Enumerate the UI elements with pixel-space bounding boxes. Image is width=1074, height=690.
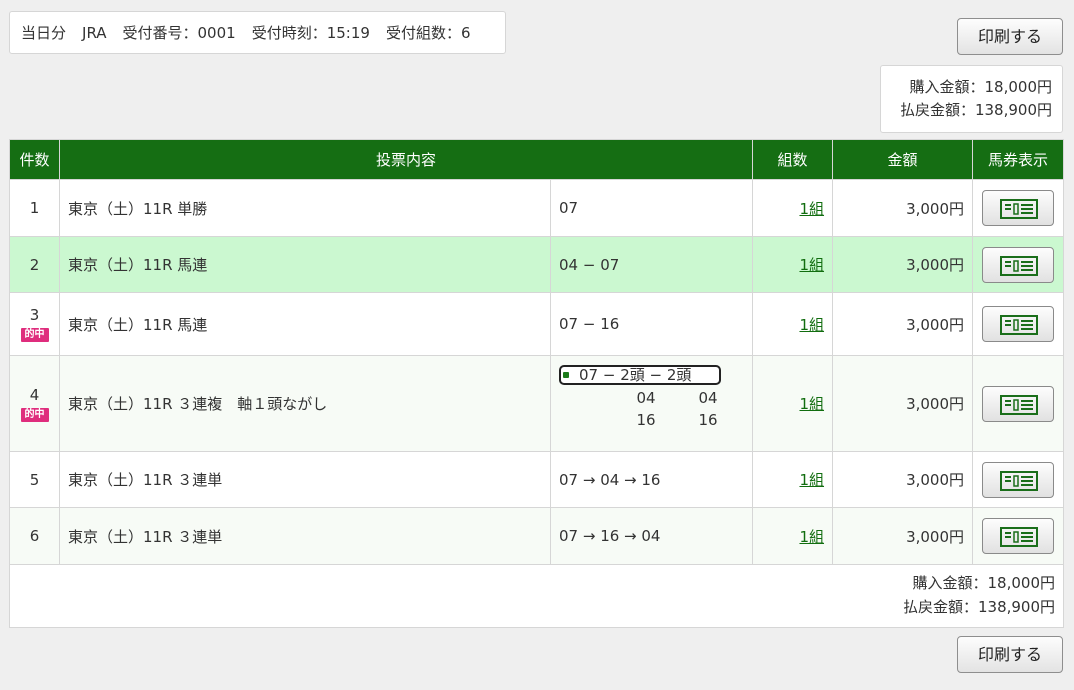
ticket-display-button[interactable]: [982, 246, 1055, 283]
race-name: 東京（土）11R 馬連: [59, 292, 551, 356]
count-cell: 1組: [752, 355, 834, 452]
ticket-display-button[interactable]: [982, 461, 1055, 498]
header-content: 投票内容: [58, 139, 754, 180]
count-link[interactable]: 1組: [799, 471, 824, 489]
amount: 3,000円: [832, 355, 974, 452]
combination-column-3: 04 16: [693, 387, 723, 431]
hit-badge: 的中: [20, 407, 49, 422]
row-number-cell: 2: [9, 236, 60, 293]
row-number: 1: [29, 199, 40, 217]
organizer-label: JRA: [82, 23, 107, 42]
count-link[interactable]: 1組: [799, 316, 824, 334]
ticket-cell: [972, 179, 1065, 237]
summary-box-top: 購入金額：18,000円 払戻金額：138,900円: [880, 65, 1063, 133]
combination-column-2: 04 16: [631, 387, 661, 431]
print-button-top[interactable]: 印刷する: [957, 18, 1063, 55]
row-number: 4: [29, 385, 40, 404]
ticket-display-button[interactable]: [982, 518, 1055, 554]
row-number-cell: 5: [9, 451, 60, 508]
count-cell: 1組: [752, 507, 834, 565]
table-row: 1 東京（土）11R 単勝 07 1組 3,000円: [9, 179, 1065, 237]
day-label: 当日分: [21, 24, 67, 42]
purchase-amount-top: 購入金額：18,000円: [909, 78, 1053, 96]
amount: 3,000円: [832, 451, 974, 508]
header-num: 件数: [9, 139, 60, 180]
count-link[interactable]: 1組: [799, 395, 824, 413]
betting-ticket-icon: [1000, 470, 1039, 491]
betting-ticket-icon: [1000, 199, 1039, 219]
horse-number: 04: [698, 388, 718, 407]
ticket-cell: [972, 236, 1065, 293]
row-number: 2: [29, 255, 40, 274]
combination-block: 07 − 2頭 − 2頭 04 16 04 16: [551, 357, 752, 451]
table-row: 5 東京（土）11R ３連単 07 → 04 → 16 1組 3,000円: [9, 451, 1065, 508]
race-name: 東京（土）11R 馬連: [59, 236, 551, 293]
reception-time: 受付時刻：15:19: [251, 24, 370, 42]
betting-ticket-icon: [1000, 527, 1039, 547]
reception-number: 受付番号：0001: [122, 24, 236, 42]
combination: 07 → 16 → 04: [549, 507, 754, 565]
combination: 07 → 04 → 16: [549, 451, 754, 508]
count-cell: 1組: [752, 292, 834, 356]
count-link[interactable]: 1組: [799, 200, 824, 218]
amount: 3,000円: [832, 507, 974, 565]
table-row: 6 東京（土）11R ３連単 07 → 16 → 04 1組 3,000円: [9, 507, 1065, 565]
table-header-row: 件数 投票内容 組数 金額 馬券表示: [9, 139, 1065, 180]
row-number-cell: 1: [9, 179, 60, 237]
combination: 07: [549, 179, 754, 237]
ticket-display-button[interactable]: [982, 306, 1055, 342]
row-number: 5: [29, 470, 40, 489]
table-row: 4 的中 東京（土）11R ３連複 軸１頭ながし 07 − 2頭 − 2頭 04…: [9, 355, 1065, 452]
betting-ticket-icon: [1000, 315, 1039, 335]
ticket-cell: [972, 355, 1065, 452]
betting-ticket-icon: [1000, 255, 1039, 276]
header-count: 組数: [752, 139, 834, 180]
header-ticket: 馬券表示: [972, 139, 1065, 180]
combination: 07 − 16: [549, 292, 754, 356]
race-name: 東京（土）11R ３連単: [59, 451, 551, 508]
print-button-bottom[interactable]: 印刷する: [957, 636, 1063, 673]
table-row: 2 東京（土）11R 馬連 04 − 07 1組 3,000円: [9, 236, 1065, 293]
refund-amount-bottom: 払戻金額：138,900円: [902, 598, 1056, 616]
horse-number: 16: [698, 410, 718, 429]
betting-ticket-icon: [1000, 394, 1039, 415]
race-name: 東京（土）11R 単勝: [59, 179, 551, 237]
count-link[interactable]: 1組: [799, 528, 824, 546]
table-footer-row: 購入金額：18,000円 払戻金額：138,900円: [8, 564, 1065, 628]
combination-cell: 07 − 2頭 − 2頭 04 16 04 16: [549, 355, 754, 452]
hit-badge: 的中: [20, 328, 49, 342]
header-amount: 金額: [832, 139, 974, 180]
race-name: 東京（土）11R ３連複 軸１頭ながし: [59, 355, 551, 452]
amount: 3,000円: [832, 292, 974, 356]
ticket-cell: [972, 451, 1065, 508]
count-link[interactable]: 1組: [799, 256, 824, 274]
table-row: 3 的中 東京（土）11R 馬連 07 − 16 1組 3,000円: [9, 292, 1065, 356]
ticket-cell: [972, 292, 1065, 356]
combination-axis: 07 − 2頭 − 2頭: [559, 364, 721, 385]
race-name: 東京（土）11R ３連単: [59, 507, 551, 565]
horse-number: 04: [636, 388, 656, 407]
row-number: 3: [29, 306, 40, 324]
amount: 3,000円: [832, 179, 974, 237]
bets-table: 件数 投票内容 組数 金額 馬券表示 1 東京（土）11R 単勝 07 1組 3…: [8, 139, 1065, 628]
row-number-cell: 3 的中: [9, 292, 60, 356]
count-cell: 1組: [752, 179, 834, 237]
row-number: 6: [29, 527, 40, 545]
row-number-cell: 4 的中: [9, 355, 60, 452]
ticket-display-button[interactable]: [982, 190, 1055, 226]
ticket-display-button[interactable]: [982, 385, 1055, 422]
combination: 04 − 07: [549, 236, 754, 293]
purchase-amount-bottom: 購入金額：18,000円: [912, 574, 1056, 592]
ticket-cell: [972, 507, 1065, 565]
count-cell: 1組: [752, 451, 834, 508]
count-cell: 1組: [752, 236, 834, 293]
summary-box-bottom: 購入金額：18,000円 払戻金額：138,900円: [8, 564, 1065, 628]
reception-info-box: 当日分 JRA 受付番号：0001 受付時刻：15:19 受付組数：6: [9, 11, 506, 54]
row-number-cell: 6: [9, 507, 60, 565]
reception-count: 受付組数：6: [385, 24, 471, 42]
horse-number: 16: [636, 410, 656, 429]
refund-amount-top: 払戻金額：138,900円: [899, 101, 1052, 119]
amount: 3,000円: [832, 236, 974, 293]
